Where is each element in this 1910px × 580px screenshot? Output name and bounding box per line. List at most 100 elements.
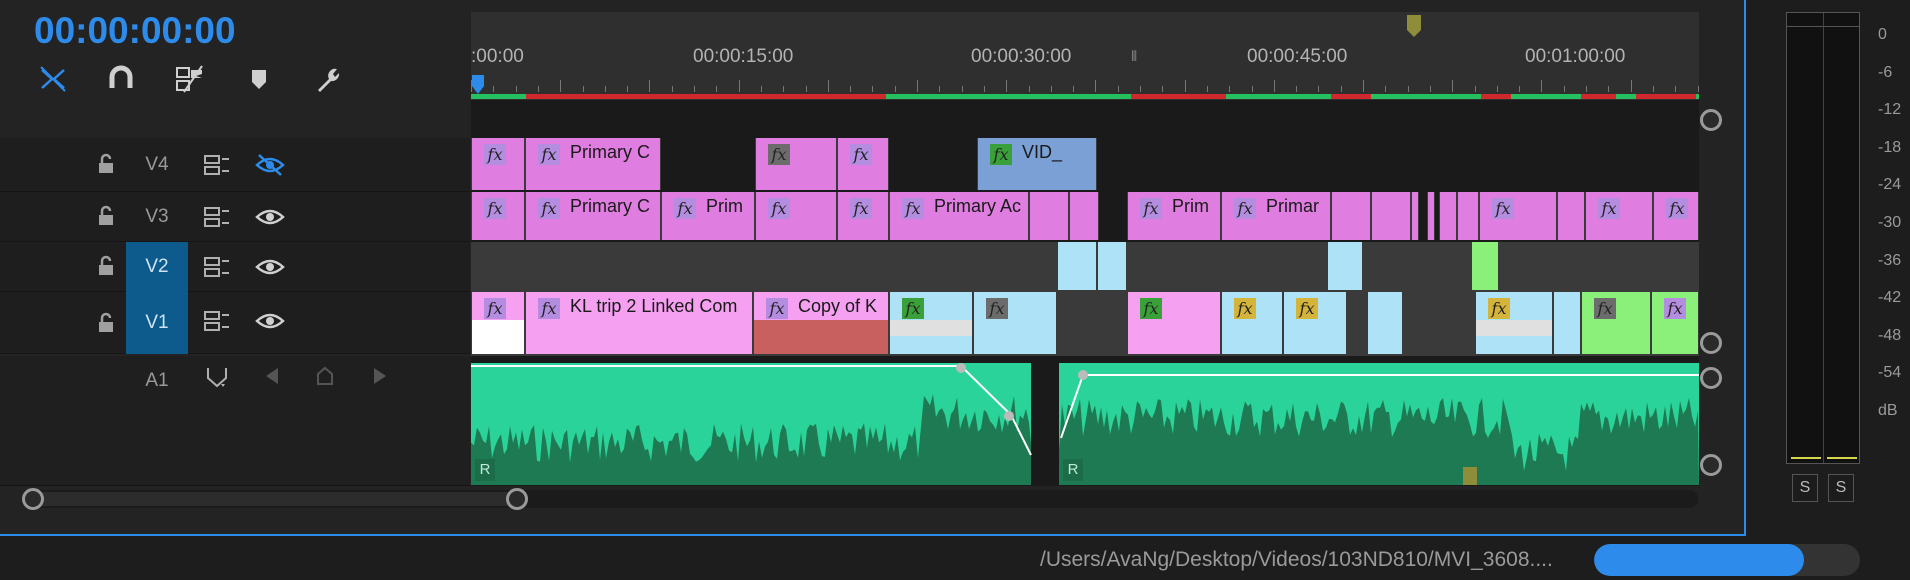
scroll-right-handle[interactable] (506, 488, 528, 510)
ruler-tick (1006, 80, 1008, 92)
eye-icon[interactable] (255, 309, 285, 333)
track-lock-icon[interactable] (94, 254, 118, 278)
v-zoom-top-handle[interactable] (1700, 109, 1722, 131)
ruler-tick (1385, 86, 1387, 92)
eye-icon[interactable] (255, 205, 285, 229)
fx-badge-icon: fx (1296, 298, 1318, 319)
audio-marker[interactable] (1463, 467, 1477, 485)
wrench-icon[interactable] (310, 64, 344, 94)
clip[interactable]: fx Primary Ac (889, 192, 1029, 240)
clip[interactable]: fx (1581, 292, 1651, 354)
clip[interactable]: fx (837, 138, 889, 190)
track-lock-icon[interactable] (94, 311, 118, 335)
track-header-v3: V3 (0, 192, 470, 242)
track-name-a1[interactable]: A1 (126, 366, 188, 396)
clip[interactable]: fx Prim (1127, 192, 1221, 240)
sequence-marker-icon[interactable] (1406, 14, 1422, 38)
clip[interactable]: fx (755, 192, 837, 240)
ruler-tick (1363, 80, 1364, 92)
ruler-tick (1073, 86, 1075, 92)
ruler-tick (493, 86, 495, 92)
clip[interactable]: fx Prim (661, 192, 755, 240)
ruler-tick (716, 86, 718, 92)
next-keyframe-icon[interactable] (372, 366, 388, 386)
track-name-v4[interactable]: V4 (126, 138, 188, 192)
time-ruler[interactable]: :00:00 00:00:15:00 00:00:30:00 00:00:45:… (471, 12, 1699, 100)
clip[interactable]: fx (1475, 292, 1553, 354)
clip[interactable]: fx (471, 138, 525, 190)
sync-lock-icon[interactable] (202, 309, 232, 333)
work-area-grip-icon[interactable]: ⦀ (1131, 48, 1137, 65)
track-lock-icon[interactable] (94, 152, 118, 176)
clip[interactable]: fx (471, 292, 525, 354)
linked-selection-icon[interactable] (172, 64, 206, 94)
marker-icon[interactable] (242, 64, 276, 94)
track-name-v1[interactable]: V1 (126, 292, 188, 354)
clip[interactable]: fx (1653, 192, 1699, 240)
clip[interactable]: fx Copy of K (753, 292, 889, 354)
clip[interactable]: fx (837, 192, 889, 240)
clip[interactable]: fx KL trip 2 Linked Com (525, 292, 753, 354)
clip[interactable]: fx (471, 192, 525, 240)
clip[interactable] (1069, 192, 1099, 240)
clip[interactable]: fx (1127, 292, 1221, 354)
clip[interactable] (1457, 192, 1479, 240)
clip[interactable]: fx Primar (1221, 192, 1331, 240)
clip[interactable] (1471, 242, 1499, 290)
clip[interactable]: fx (973, 292, 1057, 354)
track-name-v3[interactable]: V3 (126, 192, 188, 242)
clip[interactable]: fx (1651, 292, 1699, 354)
eye-icon[interactable] (255, 255, 285, 279)
ruler-tick (627, 86, 629, 92)
clip[interactable] (1427, 192, 1435, 240)
ruler-tick (805, 86, 807, 92)
clip[interactable]: fx (889, 292, 973, 354)
clip[interactable] (1327, 242, 1363, 290)
solo-right-button[interactable]: S (1828, 474, 1854, 502)
clip[interactable] (1553, 292, 1581, 354)
clip[interactable] (1557, 192, 1585, 240)
ruler-tick (1429, 86, 1431, 92)
playhead-timecode[interactable]: 00:00:00:00 (34, 10, 236, 52)
sync-lock-icon[interactable] (202, 153, 232, 177)
sync-lock-icon[interactable] (202, 205, 232, 229)
add-keyframe-icon[interactable] (316, 366, 334, 386)
clip[interactable]: fx VID_ (977, 138, 1097, 190)
a-zoom-bottom-handle[interactable] (1700, 454, 1722, 476)
audio-track-a1[interactable]: R R (471, 363, 1699, 485)
solo-left-button[interactable]: S (1792, 474, 1818, 502)
clip[interactable]: fx Primary C (525, 138, 661, 190)
scrollbar-thumb[interactable] (34, 492, 520, 506)
clip[interactable]: fx Primary C (525, 192, 661, 240)
previous-keyframe-icon[interactable] (264, 366, 280, 386)
clip[interactable] (1439, 192, 1457, 240)
clip[interactable] (1029, 192, 1069, 240)
clip[interactable]: fx (1283, 292, 1347, 354)
clip[interactable]: fx (1479, 192, 1557, 240)
snap-magnet-icon[interactable] (104, 64, 138, 94)
clip[interactable] (1367, 292, 1403, 354)
scroll-left-handle[interactable] (22, 488, 44, 510)
horizontal-zoom-scrollbar[interactable] (22, 488, 1698, 510)
clip[interactable] (1097, 242, 1127, 290)
clip[interactable] (1411, 192, 1419, 240)
clip[interactable] (1371, 192, 1411, 240)
clip[interactable]: fx (1585, 192, 1653, 240)
keyframe-menu-icon[interactable] (204, 364, 230, 390)
db-label: -54 (1878, 364, 1902, 382)
sync-lock-icon[interactable] (202, 255, 232, 279)
playhead-icon[interactable] (471, 74, 485, 96)
ruler-tick (537, 86, 539, 92)
fx-badge-icon: fx (768, 144, 790, 165)
a-zoom-top-handle[interactable] (1700, 367, 1722, 389)
clip[interactable] (1057, 242, 1097, 290)
v-zoom-bottom-handle[interactable] (1700, 332, 1722, 354)
track-name-v2[interactable]: V2 (126, 242, 188, 292)
track-lock-icon[interactable] (94, 204, 118, 228)
ripple-edit-icon[interactable] (36, 64, 70, 94)
clip[interactable]: fx (755, 138, 837, 190)
eye-hidden-icon[interactable] (255, 153, 285, 177)
clip[interactable]: fx (1221, 292, 1283, 354)
clip[interactable] (1331, 192, 1371, 240)
ruler-tick (671, 86, 673, 92)
